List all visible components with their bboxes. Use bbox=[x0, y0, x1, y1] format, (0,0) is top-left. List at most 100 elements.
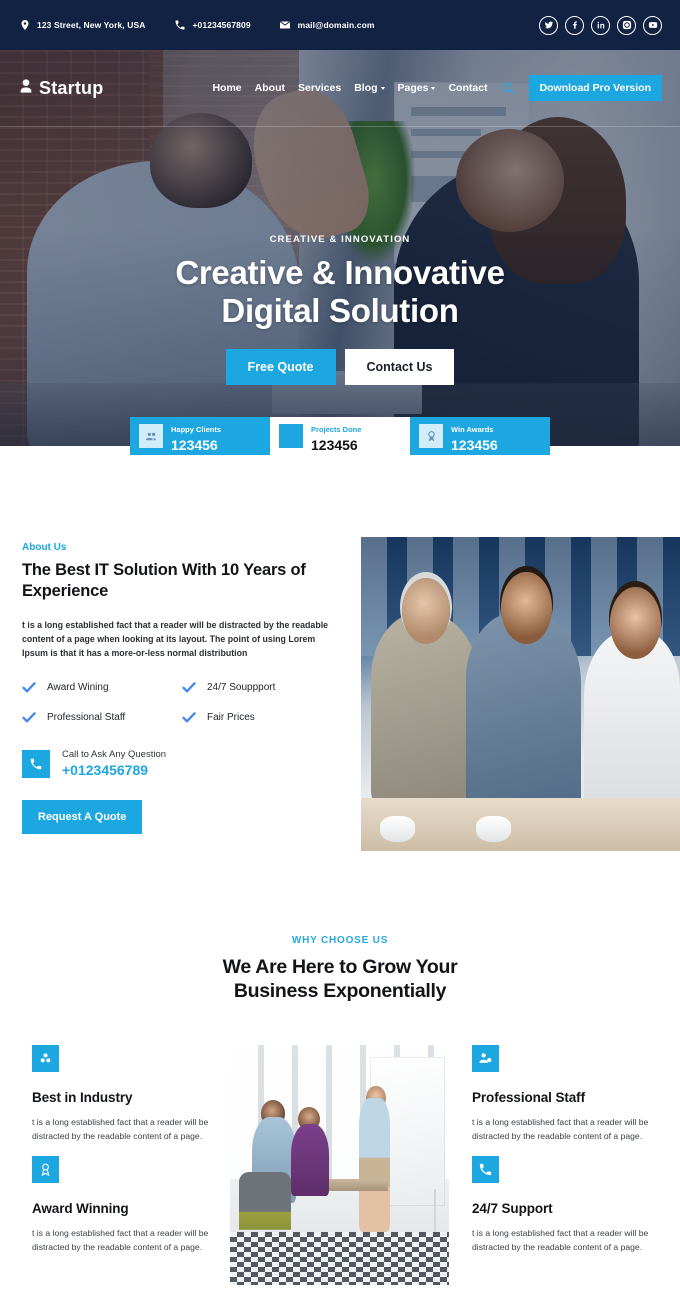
about-paragraph: t is a long established fact that a read… bbox=[22, 620, 329, 658]
hero-buttons: Free Quote Contact Us bbox=[0, 349, 680, 386]
request-a-quote-button[interactable]: Request A Quote bbox=[22, 800, 143, 835]
stat-label: Happy Clients bbox=[171, 424, 222, 434]
landing-page: 123 Street, New York, USA +01234567809 m… bbox=[0, 0, 680, 1302]
about-check-item: Award Wining bbox=[22, 682, 182, 693]
nav-label: Pages bbox=[397, 82, 429, 94]
about-check-label: Fair Prices bbox=[207, 712, 255, 724]
group-icon bbox=[139, 424, 163, 448]
why-choose-us-header: WHY CHOOSE US We Are Here to Grow Your B… bbox=[0, 935, 680, 1004]
why-choose-us-image bbox=[230, 1045, 449, 1285]
instagram-icon[interactable] bbox=[617, 15, 636, 35]
about-check-label: 24/7 Souppport bbox=[207, 682, 276, 694]
about-call-text: Call to Ask Any Question +0123456789 bbox=[62, 749, 166, 778]
phone-icon bbox=[173, 19, 186, 32]
phone-text: +01234567809 bbox=[192, 20, 251, 30]
hero-content: CREATIVE & INNOVATION Creative & Innovat… bbox=[0, 234, 680, 386]
feature-24-7-support: 24/7 Support t is a long established fac… bbox=[472, 1156, 672, 1255]
stat-value: 123456 bbox=[451, 436, 498, 453]
nav-menu: Home About Services Blog Pages Contact bbox=[212, 82, 487, 94]
address-block: 123 Street, New York, USA bbox=[18, 19, 145, 32]
stat-value: 123456 bbox=[171, 436, 218, 453]
why-title-line-2: Business Exponentially bbox=[233, 979, 447, 1002]
linkedin-icon[interactable] bbox=[591, 15, 610, 35]
about-feature-list: Award Wining 24/7 Souppport Professional… bbox=[22, 682, 342, 723]
nav-label: Contact bbox=[448, 82, 488, 94]
phone-icon bbox=[22, 749, 50, 778]
about-check-item: Fair Prices bbox=[182, 712, 342, 723]
why-title-line-1: We Are Here to Grow Your bbox=[222, 956, 458, 978]
call-label: Call to Ask Any Question bbox=[62, 749, 167, 761]
why-kicker: WHY CHOOSE US bbox=[291, 935, 389, 946]
nav-item-blog[interactable]: Blog bbox=[354, 82, 385, 94]
why-choose-us-grid: Best in Industry t is a long established… bbox=[0, 1040, 680, 1302]
stat-card-happy-clients[interactable]: Happy Clients 123456 bbox=[130, 417, 270, 455]
award-icon bbox=[32, 1156, 59, 1183]
hero-title-line-1: Creative & Innovative bbox=[175, 254, 505, 291]
search-icon[interactable] bbox=[501, 81, 516, 96]
chevron-down-icon bbox=[431, 86, 436, 90]
address-text: 123 Street, New York, USA bbox=[37, 20, 146, 30]
phone-block[interactable]: +01234567809 bbox=[173, 19, 251, 32]
phone-icon bbox=[472, 1156, 499, 1183]
feature-text: t is a long established fact that a read… bbox=[472, 1117, 649, 1141]
hero-eyebrow: CREATIVE & INNOVATION bbox=[269, 234, 411, 245]
stat-value: 123456 bbox=[311, 436, 358, 453]
about-check-label: Award Wining bbox=[47, 682, 109, 694]
social-links bbox=[539, 15, 662, 35]
feature-text: t is a long established fact that a read… bbox=[472, 1228, 649, 1252]
hero-title: Creative & Innovative Digital Solution bbox=[0, 254, 680, 329]
twitter-icon[interactable] bbox=[539, 15, 558, 35]
stat-text: Projects Done 123456 bbox=[311, 419, 361, 453]
feature-title: Professional Staff bbox=[472, 1090, 585, 1105]
chevron-down-icon bbox=[380, 86, 385, 90]
feature-professional-staff: Professional Staff t is a long establish… bbox=[472, 1045, 672, 1144]
award-icon bbox=[419, 424, 443, 448]
projects-icon bbox=[279, 424, 303, 448]
envelope-icon bbox=[279, 19, 292, 32]
nav-item-pages[interactable]: Pages bbox=[398, 82, 436, 94]
check-icon bbox=[22, 682, 36, 693]
top-info-bar: 123 Street, New York, USA +01234567809 m… bbox=[0, 0, 680, 50]
about-title: The Best IT Solution With 10 Years of Ex… bbox=[22, 561, 306, 600]
contact-us-button[interactable]: Contact Us bbox=[344, 349, 455, 386]
stat-card-projects-done[interactable]: Projects Done 123456 bbox=[270, 417, 410, 455]
facebook-icon[interactable] bbox=[565, 15, 584, 35]
user-gear-icon bbox=[472, 1045, 499, 1072]
brand-name: Startup bbox=[39, 77, 104, 98]
email-block[interactable]: mail@domain.com bbox=[279, 19, 375, 32]
stat-card-win-awards[interactable]: Win Awards 123456 bbox=[410, 417, 550, 455]
about-text-column: About Us The Best IT Solution With 10 Ye… bbox=[22, 542, 342, 835]
feature-title: Award Winning bbox=[32, 1201, 129, 1216]
check-icon bbox=[22, 712, 36, 723]
youtube-icon[interactable] bbox=[643, 15, 662, 35]
email-text: mail@domain.com bbox=[297, 20, 375, 30]
stat-text: Win Awards 123456 bbox=[451, 419, 498, 453]
nav-item-services[interactable]: Services bbox=[298, 82, 341, 94]
check-icon bbox=[182, 682, 196, 693]
nav-label: About bbox=[254, 82, 285, 94]
nav-item-contact[interactable]: Contact bbox=[448, 82, 487, 94]
stat-text: Happy Clients 123456 bbox=[171, 419, 221, 453]
stats-bar: Happy Clients 123456 Projects Done 12345… bbox=[130, 417, 550, 455]
brand-logo[interactable]: Startup bbox=[18, 77, 103, 100]
nav-label: Blog bbox=[354, 82, 378, 94]
free-quote-button[interactable]: Free Quote bbox=[225, 349, 336, 386]
about-call-block: Call to Ask Any Question +0123456789 bbox=[22, 749, 342, 778]
nav-item-about[interactable]: About bbox=[255, 82, 285, 94]
nav-item-home[interactable]: Home bbox=[212, 82, 241, 94]
why-title: We Are Here to Grow Your Business Expone… bbox=[0, 956, 680, 1004]
cubes-icon bbox=[32, 1045, 59, 1072]
call-number[interactable]: +0123456789 bbox=[62, 762, 166, 778]
hero-section: Startup Home About Services Blog Pages C… bbox=[0, 50, 680, 446]
feature-text: t is a long established fact that a read… bbox=[32, 1228, 209, 1252]
feature-award-winning: Award Winning t is a long established fa… bbox=[32, 1156, 232, 1255]
main-navigation: Startup Home About Services Blog Pages C… bbox=[0, 50, 680, 127]
about-image bbox=[361, 537, 680, 851]
about-section: About Us The Best IT Solution With 10 Ye… bbox=[0, 512, 680, 892]
hero-title-line-2: Digital Solution bbox=[221, 291, 459, 329]
download-pro-version-button[interactable]: Download Pro Version bbox=[528, 75, 662, 101]
stat-label: Projects Done bbox=[311, 424, 362, 434]
about-check-item: Professional Staff bbox=[22, 712, 182, 723]
about-kicker: About Us bbox=[22, 542, 67, 553]
feature-title: Best in Industry bbox=[32, 1090, 133, 1105]
